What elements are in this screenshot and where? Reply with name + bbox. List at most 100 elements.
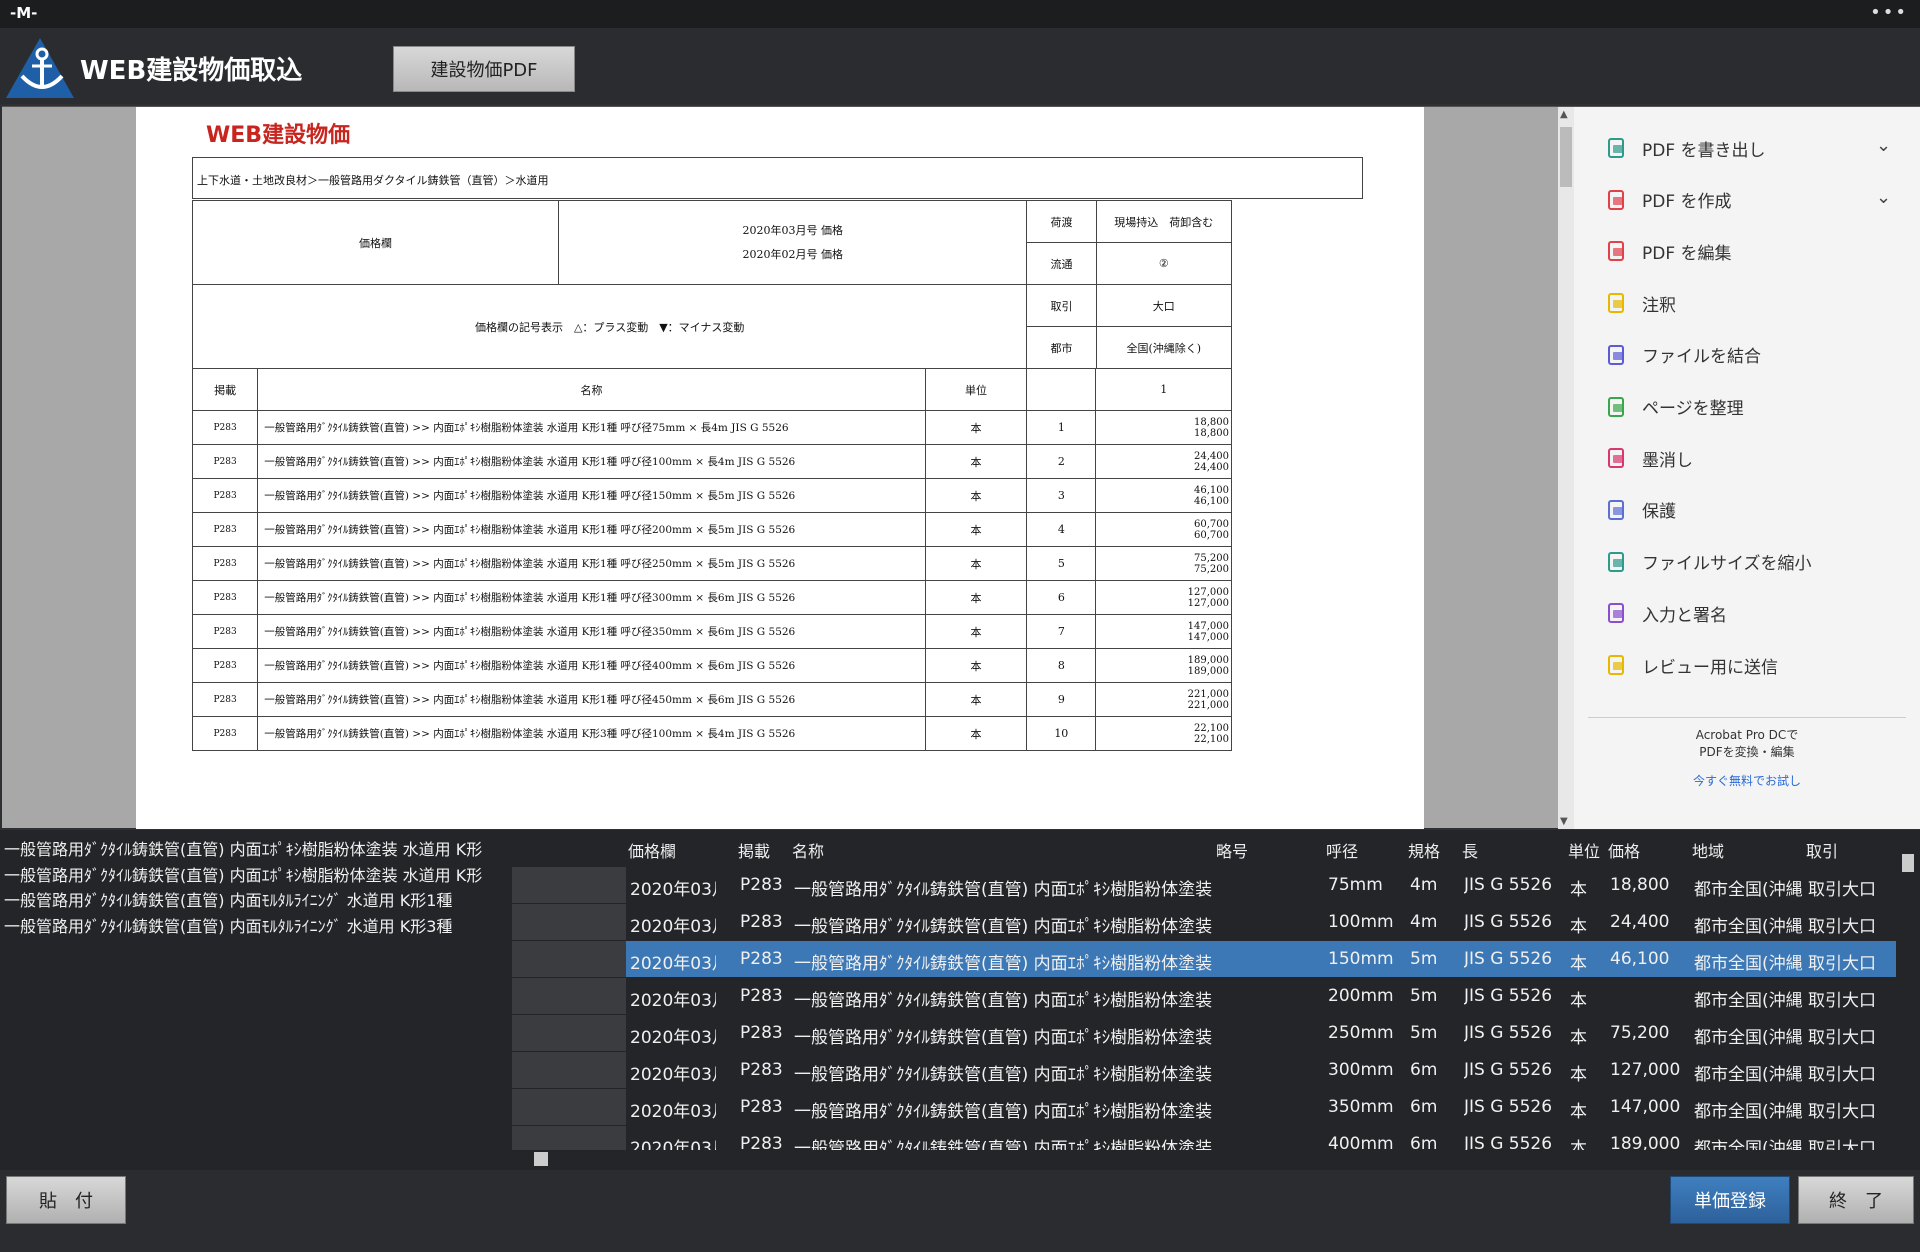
grid-cell: 一般管路用ﾀﾞｸﾀｲﾙ鋳鉄管(直管) 内面ｴﾎﾟｷｼ樹脂粉体塗装 bbox=[794, 880, 1212, 900]
grid-cell: 2020年03月 bbox=[630, 1028, 716, 1048]
row-header[interactable] bbox=[512, 941, 626, 978]
scroll-down-icon[interactable]: ▼ bbox=[1560, 816, 1568, 827]
table-row[interactable]: 2020年03月 P283 一般管路用ﾀﾞｸﾀｲﾙ鋳鉄管(直管) 内面ｴﾎﾟｷｼ樹脂… bbox=[626, 978, 1896, 1014]
table-row[interactable]: 2020年03月 P283 一般管路用ﾀﾞｸﾀｲﾙ鋳鉄管(直管) 内面ｴﾎﾟｷｼ樹脂… bbox=[626, 904, 1896, 940]
grid-header[interactable]: 単位 bbox=[1568, 838, 1600, 862]
grid-cell: 都市全国(沖縄 bbox=[1694, 954, 1803, 974]
tool-combine-files[interactable]: ファイルを結合 bbox=[1604, 340, 1761, 370]
pdf-viewer[interactable]: WEB建設物価 上下水道・土地改良材＞一般管路用ダクタイル鋳鉄管（直管）＞水道用… bbox=[2, 106, 1920, 829]
tool-label: 墨消し bbox=[1642, 450, 1693, 471]
row-no: 9 bbox=[1026, 682, 1097, 717]
row-prices: 189,000 189,000 bbox=[1095, 648, 1232, 683]
grid-cell: JIS G 5526 bbox=[1464, 1023, 1553, 1043]
construction-price-pdf-button[interactable]: 建設物価PDF bbox=[393, 46, 575, 92]
grid-header[interactable]: 規格 bbox=[1408, 838, 1440, 862]
grid-header[interactable]: 価格欄 bbox=[628, 838, 676, 862]
tool-label: PDF を書き出し bbox=[1642, 140, 1766, 161]
list-item[interactable]: 一般管路用ﾀﾞｸﾀｲﾙ鋳鉄管(直管) 内面ﾓﾙﾀﾙﾗｲﾆﾝｸﾞ 水道用 K形1種 bbox=[4, 887, 508, 911]
grid-header[interactable]: 掲載 bbox=[738, 838, 770, 862]
list-item[interactable]: 一般管路用ﾀﾞｸﾀｲﾙ鋳鉄管(直管) 内面ｴﾎﾟｷｼ樹脂粉体塗装 水道用 K形 bbox=[4, 836, 508, 860]
grid-horizontal-scrollbar[interactable] bbox=[512, 1150, 1898, 1168]
row-prices: 60,700 60,700 bbox=[1095, 512, 1232, 547]
table-row[interactable]: 2020年03月 P283 一般管路用ﾀﾞｸﾀｲﾙ鋳鉄管(直管) 内面ｴﾎﾟｷｼ樹脂… bbox=[626, 1052, 1896, 1088]
table-row[interactable]: 2020年03月 P283 一般管路用ﾀﾞｸﾀｲﾙ鋳鉄管(直管) 内面ｴﾎﾟｷｼ樹脂… bbox=[626, 867, 1896, 903]
grid-header[interactable]: 地域 bbox=[1692, 838, 1724, 862]
row-page: P283 bbox=[191, 410, 259, 445]
grid-header[interactable]: 略号 bbox=[1216, 838, 1248, 862]
grid-cell: P283 bbox=[740, 912, 783, 932]
grid-header[interactable]: 長 bbox=[1462, 838, 1478, 862]
grid-cell: 200mm bbox=[1328, 986, 1394, 1006]
row-prices: 22,100 22,100 bbox=[1095, 716, 1232, 751]
grid-header[interactable]: 名称 bbox=[792, 838, 824, 862]
list-item[interactable]: 一般管路用ﾀﾞｸﾀｲﾙ鋳鉄管(直管) 内面ｴﾎﾟｷｼ樹脂粉体塗装 水道用 K形 bbox=[4, 862, 508, 886]
free-trial-link[interactable]: 今すぐ無料でお試し bbox=[1574, 773, 1920, 790]
row-name: 一般管路用ﾀﾞｸﾀｲﾙ鋳鉄管(直管) >> 内面ｴﾎﾟｷｼ樹脂粉体塗装 水道用 … bbox=[257, 648, 926, 683]
row-name: 一般管路用ﾀﾞｸﾀｲﾙ鋳鉄管(直管) >> 内面ｴﾎﾟｷｼ樹脂粉体塗装 水道用 … bbox=[257, 546, 926, 581]
row-unit: 本 bbox=[924, 716, 1028, 751]
tool-compress[interactable]: ファイルサイズを縮小 bbox=[1604, 547, 1812, 577]
scroll-thumb[interactable] bbox=[1560, 127, 1572, 187]
grid-cell: 127,000 bbox=[1610, 1060, 1681, 1080]
row-no: 7 bbox=[1026, 614, 1097, 649]
cond-value: 全国(沖縄除く) bbox=[1095, 326, 1233, 369]
grid-cell: P283 bbox=[740, 1060, 783, 1080]
row-prices: 75,200 75,200 bbox=[1095, 546, 1232, 581]
row-name: 一般管路用ﾀﾞｸﾀｲﾙ鋳鉄管(直管) >> 内面ｴﾎﾟｷｼ樹脂粉体塗装 水道用 … bbox=[257, 444, 926, 479]
tool-sign[interactable]: 入力と署名 bbox=[1604, 598, 1727, 628]
grid-header[interactable]: 呼径 bbox=[1326, 838, 1358, 862]
grid-cell: P283 bbox=[740, 1097, 783, 1117]
tool-create-pdf[interactable]: PDF を作成 bbox=[1604, 185, 1732, 215]
row-unit: 本 bbox=[924, 682, 1028, 717]
combine-files-icon bbox=[1604, 342, 1630, 368]
paste-button[interactable]: 貼 付 bbox=[6, 1176, 126, 1224]
grid-cell: JIS G 5526 bbox=[1464, 912, 1553, 932]
tool-edit-pdf[interactable]: PDF を編集 bbox=[1604, 236, 1732, 266]
row-name: 一般管路用ﾀﾞｸﾀｲﾙ鋳鉄管(直管) >> 内面ｴﾎﾟｷｼ樹脂粉体塗装 水道用 … bbox=[257, 478, 926, 513]
scroll-thumb[interactable] bbox=[534, 1152, 548, 1166]
pdf-vertical-scrollbar[interactable]: ▲ ▼ bbox=[1558, 107, 1574, 829]
row-header[interactable] bbox=[512, 1015, 626, 1052]
tool-send-review[interactable]: レビュー用に送信 bbox=[1604, 650, 1778, 680]
row-header[interactable] bbox=[512, 867, 626, 904]
grid-cell: 取引大口 bbox=[1808, 954, 1876, 974]
tool-redact[interactable]: 墨消し bbox=[1604, 443, 1693, 473]
item-list[interactable]: 一般管路用ﾀﾞｸﾀｲﾙ鋳鉄管(直管) 内面ｴﾎﾟｷｼ樹脂粉体塗装 水道用 K形一… bbox=[0, 830, 512, 1170]
table-row[interactable]: 2020年03月 P283 一般管路用ﾀﾞｸﾀｲﾙ鋳鉄管(直管) 内面ｴﾎﾟｷｼ樹脂… bbox=[626, 1015, 1896, 1051]
chevron-down-icon[interactable]: ⌄ bbox=[1876, 187, 1891, 208]
row-page: P283 bbox=[191, 682, 259, 717]
tool-export-pdf[interactable]: PDF を書き出し bbox=[1604, 133, 1766, 163]
price-dates: 2020年03月号 価格 2020年02月号 価格 bbox=[558, 200, 1028, 285]
row-prices: 127,000 127,000 bbox=[1095, 580, 1232, 615]
row-header[interactable] bbox=[512, 978, 626, 1015]
row-header[interactable] bbox=[512, 904, 626, 941]
grid-cell: 取引大口 bbox=[1808, 991, 1876, 1011]
grid-cell: 一般管路用ﾀﾞｸﾀｲﾙ鋳鉄管(直管) 内面ｴﾎﾟｷｼ樹脂粉体塗装 bbox=[794, 991, 1212, 1011]
price-col-label: 価格欄 bbox=[191, 200, 560, 285]
tool-protect[interactable]: 保護 bbox=[1604, 495, 1676, 525]
chevron-down-icon[interactable]: ⌄ bbox=[1876, 135, 1891, 156]
tool-organize-pages[interactable]: ページを整理 bbox=[1604, 392, 1744, 422]
tool-comment[interactable]: 注釈 bbox=[1604, 288, 1676, 318]
grid-header[interactable]: 価格 bbox=[1608, 838, 1640, 862]
grid-vertical-scrollbar[interactable] bbox=[1898, 830, 1918, 1150]
col-header-unit: 単位 bbox=[924, 368, 1028, 411]
row-prices: 147,000 147,000 bbox=[1095, 614, 1232, 649]
window-menu-icon[interactable]: ••• bbox=[1870, 2, 1908, 23]
table-row[interactable]: 2020年03月 P283 一般管路用ﾀﾞｸﾀｲﾙ鋳鉄管(直管) 内面ｴﾎﾟｷｼ樹脂… bbox=[626, 1089, 1896, 1125]
row-name: 一般管路用ﾀﾞｸﾀｲﾙ鋳鉄管(直管) >> 内面ｴﾎﾟｷｼ樹脂粉体塗装 水道用 … bbox=[257, 580, 926, 615]
row-header[interactable] bbox=[512, 1052, 626, 1089]
pdf-price-table: 掲載 名称 単位 1 P283 一般管路用ﾀﾞｸﾀｲﾙ鋳鉄管(直管) >> 内面ｴ… bbox=[191, 368, 1232, 751]
table-row[interactable]: 2020年03月 P283 一般管路用ﾀﾞｸﾀｲﾙ鋳鉄管(直管) 内面ｴﾎﾟｷｼ樹脂… bbox=[626, 941, 1896, 977]
unit-price-register-button[interactable]: 単価登録 bbox=[1670, 1176, 1790, 1224]
list-item[interactable]: 一般管路用ﾀﾞｸﾀｲﾙ鋳鉄管(直管) 内面ﾓﾙﾀﾙﾗｲﾆﾝｸﾞ 水道用 K形3種 bbox=[4, 913, 508, 937]
grid-cell: 2020年03月 bbox=[630, 991, 716, 1011]
row-header[interactable] bbox=[512, 1089, 626, 1126]
scroll-up-icon[interactable]: ▲ bbox=[1560, 109, 1568, 120]
grid-header[interactable]: 取引 bbox=[1806, 838, 1838, 862]
row-unit: 本 bbox=[924, 478, 1028, 513]
grid-cell: 都市全国(沖縄 bbox=[1694, 1102, 1803, 1122]
quit-button[interactable]: 終 了 bbox=[1798, 1176, 1914, 1224]
pdf-page: WEB建設物価 上下水道・土地改良材＞一般管路用ダクタイル鋳鉄管（直管）＞水道用… bbox=[136, 107, 1424, 829]
scroll-thumb[interactable] bbox=[1902, 854, 1914, 872]
